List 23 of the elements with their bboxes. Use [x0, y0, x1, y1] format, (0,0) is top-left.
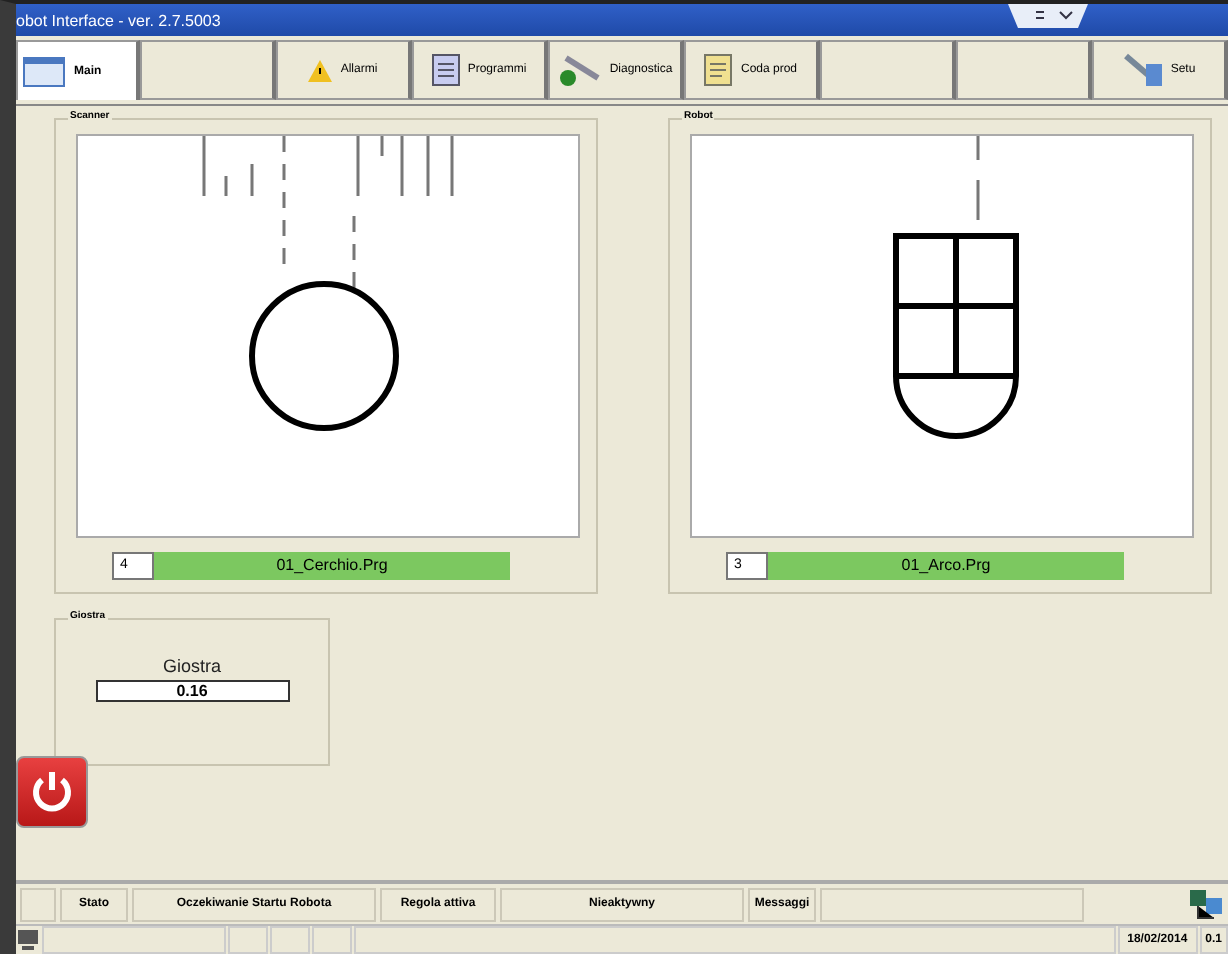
warning-icon	[308, 59, 333, 81]
tools-icon	[1122, 52, 1163, 88]
toolbar-tab[interactable]	[956, 40, 1092, 100]
window-icon	[22, 55, 66, 87]
document-icon	[431, 54, 460, 86]
footer-cell	[270, 926, 310, 954]
power-icon	[30, 770, 74, 814]
footer-cell	[228, 926, 268, 954]
giostra-value-field: 0.16	[95, 680, 289, 702]
computer-icon	[16, 928, 40, 952]
toolbar-tab[interactable]	[820, 40, 956, 100]
program-name: 01_Arco.Prg	[768, 552, 1124, 580]
toolbar-tab[interactable]	[140, 40, 276, 100]
window-title: obot Interface - ver. 2.7.5003	[16, 11, 221, 29]
note-icon	[704, 54, 733, 86]
giostra-label: Giostra	[162, 656, 221, 676]
status-cell	[20, 887, 56, 921]
power-button[interactable]	[16, 756, 88, 828]
program-name: 01_Cerchio.Prg	[154, 552, 510, 580]
window-control-icon[interactable]	[1008, 4, 1088, 28]
wrench-icon	[557, 52, 602, 88]
footer-cell	[312, 926, 352, 954]
network-icon	[1188, 888, 1224, 920]
